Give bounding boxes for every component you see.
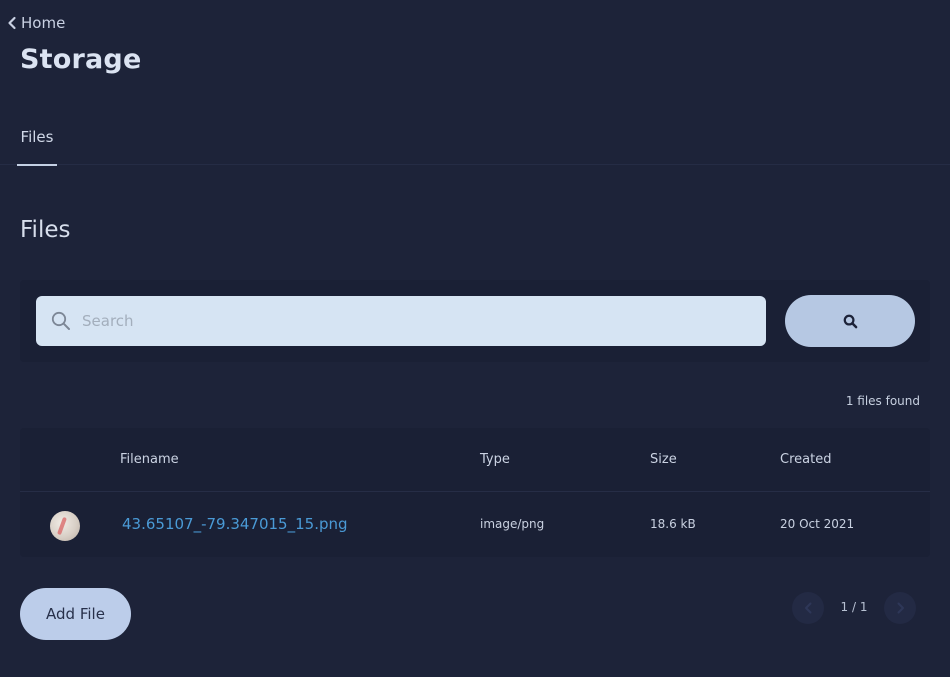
- breadcrumb-home[interactable]: Home: [6, 14, 65, 32]
- files-count: 1 files found: [845, 394, 920, 408]
- add-file-button[interactable]: Add File: [20, 588, 131, 640]
- file-name-link[interactable]: 43.65107_-79.347015_15.png: [122, 515, 348, 533]
- breadcrumb-label: Home: [21, 14, 66, 32]
- file-created: 20 Oct 2021: [780, 517, 855, 531]
- table-row: 43.65107_-79.347015_15.png image/png 18.…: [20, 493, 930, 557]
- pagination: 1 / 1: [792, 592, 916, 624]
- column-header-size[interactable]: Size: [650, 452, 677, 467]
- file-size: 18.6 kB: [650, 517, 696, 531]
- page-title: Storage: [20, 44, 142, 75]
- search-icon: [843, 314, 857, 328]
- search-icon: [51, 311, 70, 330]
- search-input[interactable]: [80, 296, 760, 346]
- column-header-created[interactable]: Created: [780, 452, 831, 467]
- pagination-next-button[interactable]: [884, 592, 916, 624]
- tab-files[interactable]: Files: [17, 117, 57, 166]
- pagination-prev-button[interactable]: [792, 592, 824, 624]
- pagination-text: 1 / 1: [840, 600, 868, 614]
- tabs-bar: Files: [0, 117, 950, 166]
- column-header-filename[interactable]: Filename: [120, 452, 179, 467]
- section-title: Files: [20, 217, 71, 243]
- chevron-left-icon: [804, 602, 811, 614]
- search-field[interactable]: [36, 296, 766, 346]
- file-type: image/png: [480, 517, 545, 531]
- file-thumbnail: [50, 511, 80, 541]
- table-header: Filename Type Size Created: [20, 428, 930, 492]
- search-button[interactable]: [785, 295, 915, 347]
- chevron-left-icon: [8, 16, 16, 30]
- search-panel: [20, 280, 930, 362]
- chevron-right-icon: [897, 602, 904, 614]
- column-header-type[interactable]: Type: [480, 452, 510, 467]
- files-table: Filename Type Size Created 43.65107_-79.…: [20, 428, 930, 557]
